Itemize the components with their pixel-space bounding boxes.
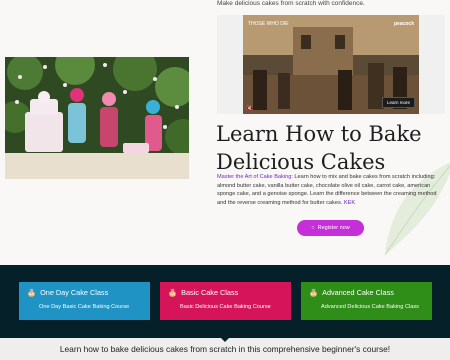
master-link[interactable]: Master the Art of Cake Baking bbox=[217, 174, 291, 180]
video-title-overlay: THOSE WHO DIE bbox=[248, 21, 289, 27]
video-frame[interactable]: THOSE WHO DIE peacock 🔇 Learn more bbox=[243, 15, 419, 114]
class-title: One Day Cake Class bbox=[40, 288, 109, 297]
footer-banner-text: Learn how to bake delicious cakes from s… bbox=[59, 344, 391, 354]
class-title: Basic Cake Class bbox=[181, 288, 239, 297]
class-title: Advanced Cake Class bbox=[322, 288, 394, 297]
classes-band: 🎂 One Day Cake Class One Day Basic Cake … bbox=[0, 265, 450, 338]
register-button[interactable]: ○ Register now bbox=[297, 220, 364, 236]
footer-banner: Learn how to bake delicious cakes from s… bbox=[0, 338, 450, 360]
class-subtitle: Advanced Delicious Cake Baking Class bbox=[321, 304, 419, 310]
video-embed[interactable]: THOSE WHO DIE peacock 🔇 Learn more bbox=[217, 15, 445, 114]
cake-icon: 🎂 bbox=[309, 288, 319, 297]
channel-logo: peacock bbox=[393, 21, 414, 27]
class-card-one-day[interactable]: 🎂 One Day Cake Class One Day Basic Cake … bbox=[19, 282, 150, 320]
cake-icon: 🎂 bbox=[27, 288, 37, 297]
register-label: Register now bbox=[317, 225, 350, 231]
class-subtitle: Basic Delicious Cake Baking Course bbox=[180, 304, 271, 310]
hero-photo bbox=[5, 57, 189, 179]
class-card-advanced[interactable]: 🎂 Advanced Cake Class Advanced Delicious… bbox=[301, 282, 432, 320]
class-card-basic[interactable]: 🎂 Basic Cake Class Basic Delicious Cake … bbox=[160, 282, 291, 320]
cake-icon: 🎂 bbox=[168, 288, 178, 297]
learn-more-button[interactable]: Learn more bbox=[381, 97, 415, 108]
volume-mute-icon[interactable]: 🔇 bbox=[246, 105, 253, 112]
page-title: Learn How to Bake Delicious Cakes bbox=[216, 122, 422, 174]
banner-notch bbox=[221, 338, 229, 342]
tail-link[interactable]: KEK bbox=[344, 200, 355, 206]
check-circle-icon: ○ bbox=[311, 225, 315, 231]
class-subtitle: One Day Basic Cake Baking Course bbox=[39, 304, 130, 310]
course-description: Master the Art of Cake Baking: Learn how… bbox=[217, 173, 445, 207]
hero-section: Make delicious cakes from scratch with c… bbox=[0, 0, 450, 265]
hero-tagline: Make delicious cakes from scratch with c… bbox=[217, 0, 365, 7]
